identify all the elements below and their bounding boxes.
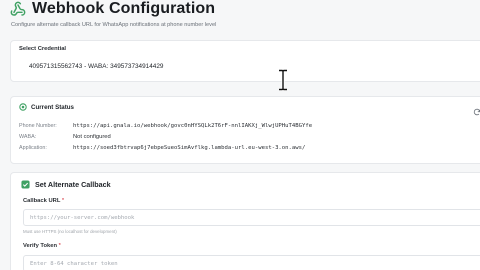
- alternate-title: Set Alternate Callback: [35, 180, 111, 189]
- alternate-header: Set Alternate Callback: [21, 180, 111, 189]
- status-title: Current Status: [31, 103, 74, 111]
- title-row: Webhook Configuration: [10, 0, 480, 18]
- required-mark: *: [61, 198, 65, 204]
- verify-token-input[interactable]: [23, 255, 480, 270]
- credential-card: Select Credential 409571315562743 - WABA…: [10, 40, 480, 82]
- page-title: Webhook Configuration: [32, 0, 216, 17]
- status-row-application: Application: https://soed3fbtrvap6j7ebpe…: [19, 145, 305, 151]
- status-key: WABA:: [19, 134, 37, 140]
- callback-url-help: Must use HTTPS (no localhost for develop…: [23, 229, 117, 234]
- verify-token-label: Verify Token *: [23, 243, 61, 249]
- refresh-icon[interactable]: [473, 103, 480, 116]
- status-value: https://soed3fbtrvap6j7ebpeSueoSimAvflkg…: [73, 145, 306, 151]
- status-row-waba: WABA: Not configured: [19, 134, 111, 140]
- callback-url-input[interactable]: [23, 209, 480, 226]
- status-key: Application:: [19, 145, 47, 151]
- page-header: Webhook Configuration Configure alternat…: [10, 0, 480, 28]
- alternate-callback-card: Set Alternate Callback Callback URL * Mu…: [10, 172, 480, 270]
- status-value: https://api.gnala.io/webhook/govc0nHYSQL…: [73, 123, 313, 129]
- form-icon: [21, 180, 30, 189]
- required-mark: *: [58, 243, 61, 249]
- status-header: Current Status: [19, 103, 74, 111]
- verify-token-label-text: Verify Token: [23, 243, 58, 249]
- status-row-phone: Phone Number: https://api.gnala.io/webho…: [19, 123, 312, 129]
- callback-url-label: Callback URL *: [23, 198, 64, 204]
- current-status-card: Current Status Phone Number: https://api…: [10, 96, 480, 164]
- webhook-icon: [10, 1, 26, 17]
- status-value: Not configured: [73, 134, 111, 140]
- status-key: Phone Number:: [19, 123, 57, 129]
- status-icon: [19, 103, 27, 111]
- callback-url-label-text: Callback URL: [23, 198, 61, 204]
- credential-label: Select Credential: [19, 46, 67, 52]
- text-cursor-icon: [279, 69, 287, 91]
- page-subtitle: Configure alternate callback URL for Wha…: [11, 22, 217, 28]
- credential-select[interactable]: 409571315562743 - WABA: 349573734914429: [29, 63, 163, 70]
